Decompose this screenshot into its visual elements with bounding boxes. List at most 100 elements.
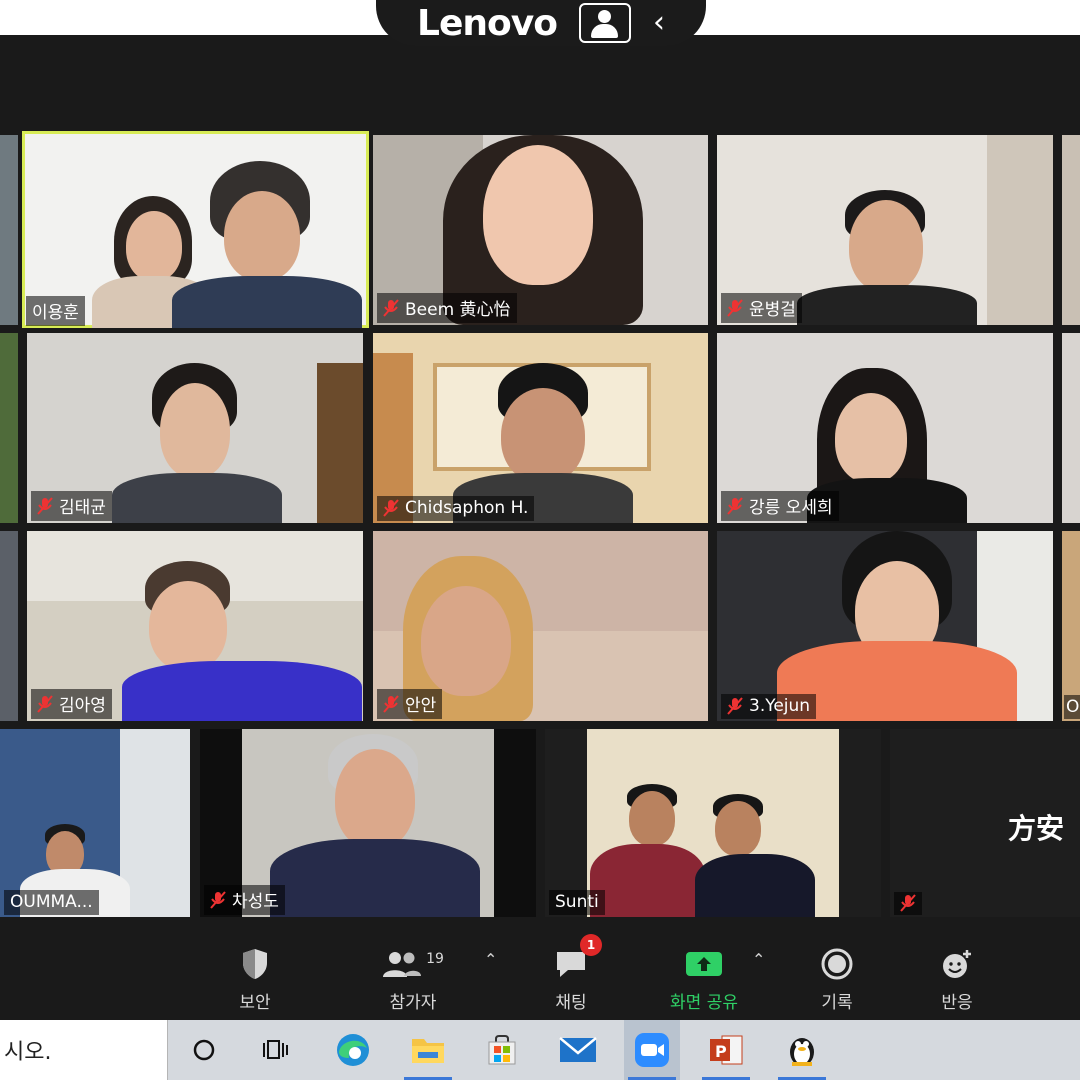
powerpoint-app[interactable]: P xyxy=(698,1020,754,1080)
video-tile[interactable]: 윤병걸 xyxy=(717,135,1053,325)
participant-name: OUMMA... xyxy=(10,892,93,912)
video-tile-active[interactable]: 이용훈 xyxy=(22,131,369,328)
person-icon[interactable] xyxy=(578,3,631,43)
zoom-app[interactable] xyxy=(624,1020,680,1080)
participant-name-tag: Sunti xyxy=(549,890,605,915)
participants-icon xyxy=(383,952,422,977)
record-label: 기록 xyxy=(821,993,853,1013)
video-tile[interactable]: Beem 黄心怡 xyxy=(373,135,708,325)
chat-button[interactable]: 1 채팅 xyxy=(550,934,602,1013)
video-tile[interactable]: 차성도 xyxy=(200,729,536,917)
chevron-left-icon[interactable]: ‹ xyxy=(653,8,665,38)
video-tile[interactable]: 김아영 xyxy=(27,531,363,721)
mic-muted-icon xyxy=(727,496,743,515)
partial-video-tile: O xyxy=(1062,531,1080,721)
video-tile[interactable]: 김태균 xyxy=(27,333,363,523)
video-tile[interactable]: Sunti xyxy=(545,729,881,917)
participant-name: 김태균 xyxy=(59,498,106,518)
participant-name: 김아영 xyxy=(59,696,106,716)
participant-name: 이용훈 xyxy=(32,303,79,323)
chat-companion-app[interactable] xyxy=(774,1020,830,1080)
video-tile[interactable]: 강릉 오세희 xyxy=(717,333,1053,523)
participant-name: Beem 黄心怡 xyxy=(405,300,511,320)
svg-text:P: P xyxy=(715,1042,727,1061)
search-text: 시오. xyxy=(4,1040,52,1065)
video-tile[interactable]: 3.Yejun xyxy=(717,531,1053,721)
participant-name-tag: 안안 xyxy=(377,689,443,719)
task-view-button[interactable] xyxy=(248,1020,304,1080)
participants-caret-icon[interactable]: ⌃ xyxy=(484,950,497,969)
participants-label: 참가자 xyxy=(389,993,437,1013)
share-screen-button[interactable]: 화면 공유 xyxy=(664,942,744,1013)
edge-browser-icon xyxy=(337,1034,369,1066)
video-tile[interactable]: Chidsaphon H. xyxy=(373,333,708,523)
store-bag-icon xyxy=(488,1035,516,1065)
participant-count: 19 xyxy=(426,951,444,967)
penguin-mascot-icon xyxy=(790,1038,814,1066)
lenovo-camera-bar: Lenovo ‹ xyxy=(376,0,706,46)
participant-name: Sunti xyxy=(555,892,599,912)
lenovo-logo: Lenovo xyxy=(417,2,558,44)
task-view-icon xyxy=(263,1040,288,1059)
cortana-circle-icon xyxy=(193,1039,215,1061)
video-off-tile[interactable]: 方安 xyxy=(890,729,1080,917)
chat-label: 채팅 xyxy=(555,993,587,1013)
participant-name-tag: 윤병걸 xyxy=(721,293,802,323)
participant-name-tag: Chidsaphon H. xyxy=(377,496,535,521)
mic-muted-icon xyxy=(727,298,743,317)
participant-name-tag: O xyxy=(1064,695,1080,719)
folder-icon xyxy=(412,1039,444,1063)
mail-app[interactable] xyxy=(550,1020,606,1080)
cortana-button[interactable] xyxy=(176,1020,232,1080)
file-explorer-app[interactable] xyxy=(400,1020,456,1080)
reactions-label: 반응 xyxy=(941,993,973,1013)
mail-envelope-icon xyxy=(559,1037,597,1062)
video-tile[interactable]: OUMMA... xyxy=(0,729,190,917)
participant-name-tag: OUMMA... xyxy=(4,890,99,915)
participant-name-tag: 이용훈 xyxy=(26,296,85,326)
mic-muted-icon xyxy=(37,496,53,515)
participant-name: O xyxy=(1066,697,1080,717)
mic-muted-icon xyxy=(210,890,226,909)
participant-display-name: 方安 xyxy=(1008,812,1065,845)
chat-icon xyxy=(557,952,585,977)
partial-video-tile xyxy=(0,531,18,721)
participant-name: 3.Yejun xyxy=(749,696,811,716)
windows-taskbar: 시오. P xyxy=(0,1020,1080,1080)
participant-name-tag xyxy=(894,892,922,915)
participant-name: 강릉 오세희 xyxy=(749,498,833,518)
mic-muted-icon xyxy=(383,499,399,517)
participant-name: 차성도 xyxy=(232,892,279,912)
chat-unread-badge: 1 xyxy=(580,934,602,956)
store-app[interactable] xyxy=(474,1020,530,1080)
security-button[interactable]: 보안 xyxy=(230,942,280,1013)
partial-video-tile xyxy=(1062,135,1080,325)
powerpoint-icon: P xyxy=(710,1035,743,1065)
mic-muted-icon xyxy=(900,894,916,912)
share-caret-icon[interactable]: ⌃ xyxy=(752,950,765,969)
taskbar-search-box[interactable]: 시오. xyxy=(0,1020,168,1080)
participant-name-tag: 김태균 xyxy=(31,491,112,521)
share-screen-icon xyxy=(686,952,722,976)
partial-video-tile xyxy=(0,333,18,523)
mic-muted-icon xyxy=(727,697,743,715)
meeting-toolbar: 보안 19 참가자 ⌃ 1 채팅 화면 공유 ⌃ 기록 반응 xyxy=(0,920,1080,1020)
record-icon xyxy=(821,948,853,980)
add-reaction-icon xyxy=(943,950,971,978)
edge-app[interactable] xyxy=(325,1020,381,1080)
participant-name: Chidsaphon H. xyxy=(405,498,529,518)
shield-icon xyxy=(243,949,267,979)
zoom-camera-icon xyxy=(635,1033,669,1067)
mic-muted-icon xyxy=(383,694,399,713)
participant-name-tag: Beem 黄心怡 xyxy=(377,293,517,323)
share-screen-label: 화면 공유 xyxy=(670,993,738,1013)
video-tile[interactable]: 안안 xyxy=(373,531,708,721)
participant-name-tag: 김아영 xyxy=(31,689,112,719)
participant-name-tag: 차성도 xyxy=(204,885,285,915)
participant-name-tag: 3.Yejun xyxy=(721,694,817,719)
partial-video-tile xyxy=(0,135,18,325)
reactions-button[interactable]: 반응 xyxy=(936,942,978,1013)
participant-name: 윤병걸 xyxy=(749,300,796,320)
record-button[interactable]: 기록 xyxy=(816,942,858,1013)
participants-button[interactable]: 19 참가자 xyxy=(380,942,446,1013)
